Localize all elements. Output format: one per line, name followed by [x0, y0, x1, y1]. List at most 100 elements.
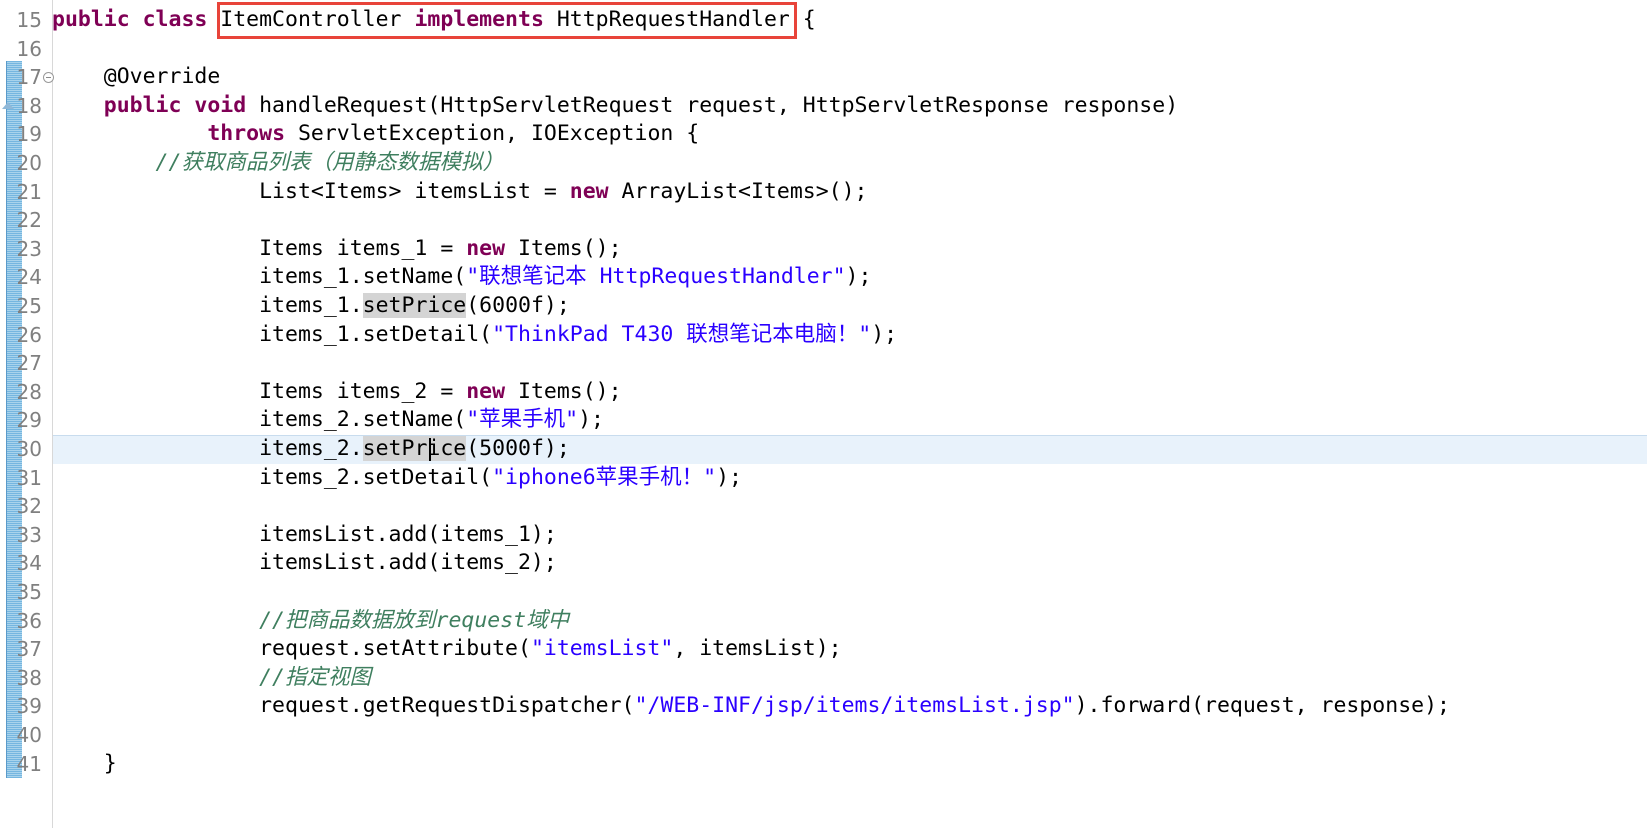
code-token: new: [466, 235, 518, 261]
line-number-15: 15: [16, 8, 42, 32]
code-token: new: [466, 378, 518, 404]
line-number-17: 17: [16, 65, 42, 90]
code-line-27[interactable]: [52, 349, 1647, 378]
code-token: implements: [414, 7, 557, 32]
code-line-16[interactable]: [52, 35, 1647, 64]
code-line-19[interactable]: throws ServletException, IOException {: [52, 120, 1647, 149]
line-number-22: 22: [16, 208, 42, 233]
line-number-37: 37: [16, 637, 42, 662]
line-number-36: 36: [16, 608, 42, 633]
line-number-41: 41: [16, 751, 42, 776]
line-number-33: 33: [16, 522, 42, 547]
code-line-38[interactable]: //指定视图: [52, 664, 1647, 693]
code-token: Items items_2 =: [52, 378, 467, 404]
line-number-24: 24: [16, 265, 42, 290]
code-line-20[interactable]: //获取商品列表（用静态数据模拟）: [52, 149, 1647, 178]
line-number-21: 21: [16, 179, 42, 204]
code-token: HttpRequestHandler {: [556, 7, 816, 32]
code-token: new: [569, 178, 622, 204]
line-number-31: 31: [16, 465, 42, 490]
line-number-26: 26: [16, 322, 42, 347]
code-token: , itemsList);: [673, 636, 842, 662]
code-line-40[interactable]: [52, 721, 1647, 750]
code-token: @Override: [52, 64, 221, 90]
line-number-19: 19: [16, 122, 42, 147]
code-line-33[interactable]: itemsList.add(items_1);: [52, 521, 1647, 550]
code-line-21[interactable]: List<Items> itemsList = new ArrayList<It…: [52, 178, 1647, 207]
code-token: );: [845, 264, 872, 290]
code-line-32[interactable]: [52, 492, 1647, 521]
line-number-40: 40: [16, 723, 42, 747]
code-line-24[interactable]: items_1.setName("联想笔记本 HttpRequestHandle…: [52, 263, 1647, 292]
code-token: items_1.setName(: [52, 264, 467, 290]
code-token: items_2.setDetail(: [52, 464, 493, 490]
code-line-15[interactable]: public class ItemController implements H…: [52, 6, 1647, 35]
code-token: public class: [52, 7, 221, 32]
line-number-38: 38: [16, 665, 42, 690]
code-line-29[interactable]: items_2.setName("苹果手机");: [52, 406, 1647, 435]
code-token: "iphone6苹果手机！": [492, 464, 717, 490]
code-line-23[interactable]: Items items_1 = new Items();: [52, 235, 1647, 264]
code-token: (6000f);: [466, 293, 570, 318]
code-token: );: [716, 464, 742, 490]
code-token: ItemController: [220, 7, 415, 32]
code-token: //指定视图: [52, 664, 371, 690]
code-token: public void: [52, 92, 260, 118]
code-token: (5000f);: [466, 436, 570, 461]
code-token: setPrice: [362, 436, 467, 461]
code-line-30[interactable]: items_2.setPrice(5000f);: [52, 435, 1647, 464]
line-number-30: 30: [16, 437, 42, 461]
code-line-36[interactable]: //把商品数据放到request域中: [52, 607, 1647, 636]
code-token: request.setAttribute(: [52, 636, 531, 662]
code-token: //把商品数据放到request域中: [52, 607, 570, 633]
line-number-32: 32: [16, 494, 42, 519]
line-number-27: 27: [16, 351, 42, 376]
code-line-35[interactable]: [52, 578, 1647, 607]
code-line-39[interactable]: request.getRequestDispatcher("/WEB-INF/j…: [52, 692, 1647, 721]
code-line-31[interactable]: items_2.setDetail("iphone6苹果手机！");: [52, 464, 1647, 493]
code-token: items_1.: [52, 293, 363, 318]
code-token: "ThinkPad T430 联想笔记本电脑！": [492, 321, 872, 347]
code-token: itemsList.add(items_1);: [52, 521, 557, 547]
overview-marker-icon[interactable]: [2, 101, 14, 109]
code-token: "苹果手机": [466, 407, 579, 433]
code-token: Items();: [518, 378, 622, 404]
code-token: setPrice: [362, 293, 467, 318]
code-token: items_2.: [52, 436, 363, 461]
code-token: items_1.setDetail(: [52, 321, 493, 347]
code-token: "/WEB-INF/jsp/items/itemsList.jsp": [634, 693, 1075, 719]
code-line-25[interactable]: items_1.setPrice(6000f);: [52, 292, 1647, 321]
line-number-28: 28: [16, 379, 42, 404]
code-line-22[interactable]: [52, 206, 1647, 235]
line-number-34: 34: [16, 551, 42, 576]
code-token: );: [871, 321, 898, 347]
code-token: ServletException, IOException {: [297, 121, 700, 147]
code-token: ).forward(request, response);: [1074, 693, 1450, 719]
code-line-41[interactable]: }: [52, 750, 1647, 779]
code-token: "itemsList": [530, 636, 674, 662]
line-number-29: 29: [16, 408, 42, 433]
code-line-28[interactable]: Items items_2 = new Items();: [52, 378, 1647, 407]
code-token: items_2.setName(: [52, 407, 467, 433]
code-token: request.getRequestDispatcher(: [52, 693, 635, 719]
code-token: handleRequest(HttpServletRequest request…: [259, 92, 1179, 118]
line-number-20: 20: [16, 151, 42, 175]
code-line-26[interactable]: items_1.setDetail("ThinkPad T430 联想笔记本电脑…: [52, 321, 1647, 350]
code-editor[interactable]: 15 16 17 18 19 20 21 22 23 24 25 26 27 28 29 30 31 32 33 34…: [0, 0, 1647, 832]
code-token: throws: [207, 121, 298, 147]
code-token: );: [578, 407, 604, 433]
line-number-39: 39: [16, 694, 42, 719]
code-token: Items items_1 =: [52, 235, 467, 261]
code-line-17[interactable]: @Override: [52, 63, 1647, 92]
code-token: "联想笔记本 HttpRequestHandler": [466, 264, 846, 290]
code-line-37[interactable]: request.setAttribute("itemsList", itemsL…: [52, 635, 1647, 664]
code-line-34[interactable]: itemsList.add(items_2);: [52, 549, 1647, 578]
line-number-16: 16: [16, 36, 42, 61]
code-text-area[interactable]: public class ItemController implements H…: [52, 0, 1647, 832]
bottom-edge: [0, 828, 1647, 832]
line-number-23: 23: [16, 236, 42, 261]
code-token: Items();: [518, 235, 622, 261]
code-line-18[interactable]: public void handleRequest(HttpServletReq…: [52, 92, 1647, 121]
code-token: List<Items> itemsList =: [52, 178, 570, 204]
